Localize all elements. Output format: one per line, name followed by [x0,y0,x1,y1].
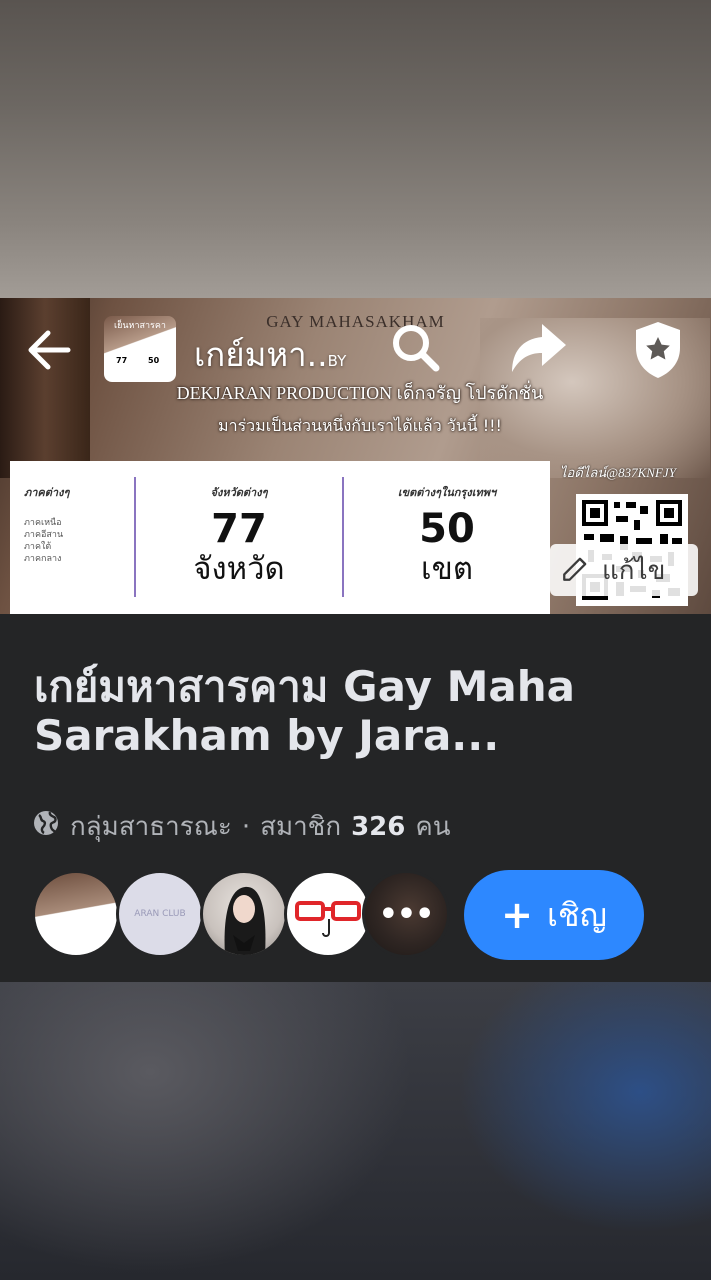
topbar-title-text: เกย์มหา.. [194,335,328,374]
cover-line-id: ไอดีไลน์@837KNFJY [560,465,676,480]
avatar[interactable] [32,870,120,958]
avatar-text: ARAN CLUB [134,909,186,919]
back-button[interactable] [22,322,78,378]
member-count[interactable]: 326 [351,812,405,842]
avatar[interactable]: ARAN CLUB [116,870,204,958]
meta-separator: · [241,811,251,842]
region-item: ภาคกลาง [24,554,62,564]
admin-shield-icon [630,322,686,384]
thumbnail-number: 77 [116,356,128,365]
pencil-icon [560,550,594,591]
regions-column: ภาคต่างๆ ภาคเหนือ ภาคอีสาน ภาคใต้ ภาคกลา… [10,461,134,614]
more-members-icon: ••• [378,896,435,932]
search-icon [388,325,444,380]
thumbnail-number: 50 [148,356,160,365]
region-item: ภาคอีสาน [24,530,64,540]
districts-heading: เขตต่างๆในกรุงเทพฯ [397,486,497,499]
share-icon [508,324,570,380]
blurred-background-bottom [0,982,711,1280]
group-info-panel: เกย์มหาสารคาม Gay Maha Sarakham by Jara.… [0,614,711,982]
members-label: สมาชิก [260,812,342,842]
cover-info-box: ภาคต่างๆ ภาคเหนือ ภาคอีสาน ภาคใต้ ภาคกลา… [10,461,550,614]
blurred-background-top [0,0,711,298]
region-item: ภาคเหนือ [24,518,62,528]
group-meta: กลุ่มสาธารณะ · สมาชิก 326 คน [32,806,451,847]
plus-icon: + [501,893,533,937]
districts-unit: เขต [421,551,473,587]
back-arrow-icon [22,330,78,382]
edit-cover-label: แก้ไข [602,555,666,586]
provinces-count: 77 [211,506,267,552]
provinces-unit: จังหวัด [193,551,285,587]
provinces-column: จังหวัดต่างๆ 77 จังหวัด [136,461,342,614]
share-button[interactable] [508,320,570,376]
members-unit: คน [415,812,451,842]
invite-button[interactable]: + เชิญ [464,870,644,960]
region-item: ภาคใต้ [24,542,52,552]
provinces-heading: จังหวัดต่างๆ [210,486,268,499]
regions-list: ภาคเหนือ ภาคอีสาน ภาคใต้ ภาคกลาง [24,517,134,565]
top-bar: เย็นหาสารคา 77 50 เกย์มหา..BY [0,298,711,398]
cover-join-text: มาร่วมเป็นส่วนหนึ่งกับเราได้แล้ว วันนี้ … [218,416,502,435]
group-privacy: กลุ่มสาธารณะ [70,812,232,842]
globe-icon [32,809,60,844]
topbar-title-suffix: BY [327,352,347,370]
group-thumbnail[interactable]: เย็นหาสารคา 77 50 [104,316,176,382]
group-name[interactable]: เกย์มหาสารคาม Gay Maha Sarakham by Jara.… [34,662,684,760]
districts-column: เขตต่างๆในกรุงเทพฯ 50 เขต [344,461,550,614]
admin-tools-button[interactable] [630,320,686,380]
more-members-avatar[interactable]: ••• [362,870,450,958]
regions-heading: ภาคต่างๆ [24,486,70,499]
invite-label: เชิญ [546,895,607,934]
avatar[interactable] [284,870,372,958]
districts-count: 50 [419,506,475,552]
thumbnail-title: เย็นหาสารคา [114,321,166,331]
search-button[interactable] [388,320,444,376]
avatar[interactable] [200,870,288,958]
edit-cover-button[interactable]: แก้ไข [550,544,698,596]
topbar-group-title[interactable]: เกย์มหา..BY [194,328,346,381]
